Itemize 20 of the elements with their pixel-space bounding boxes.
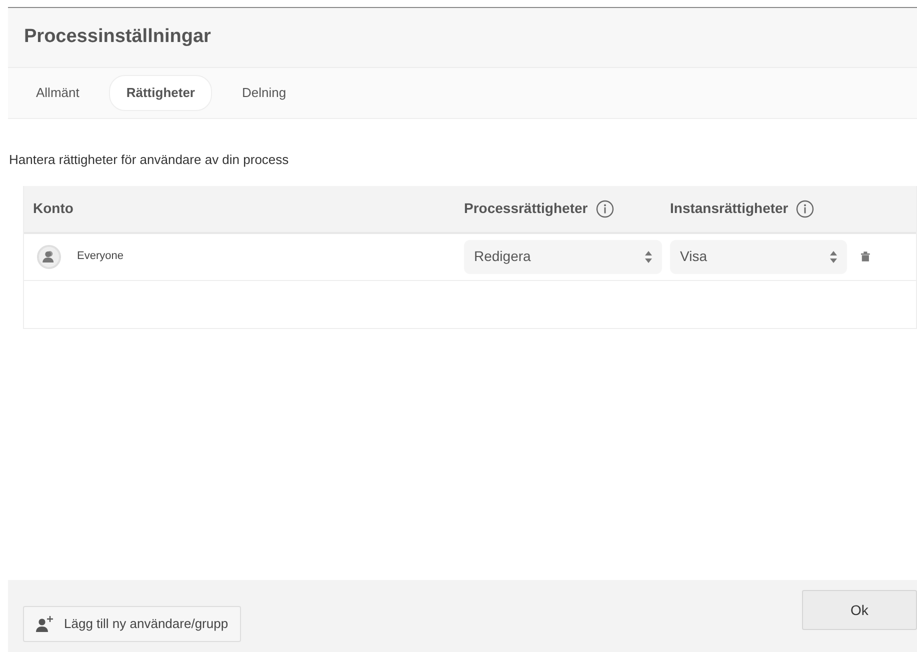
info-icon[interactable] xyxy=(596,200,614,218)
tab[interactable]: Allmänt xyxy=(20,76,96,110)
add-user-icon xyxy=(36,616,54,632)
info-icon[interactable] xyxy=(796,200,814,218)
group-avatar-icon xyxy=(37,244,61,268)
tab[interactable]: Rättigheter xyxy=(109,75,212,111)
add-user-button[interactable]: Lägg till ny användare/grupp xyxy=(23,606,242,642)
instance-rights-select[interactable]: Visa xyxy=(670,240,848,274)
select-arrows-icon xyxy=(645,250,652,262)
column-header: Instansrättigheter xyxy=(670,199,788,218)
column-header: Konto xyxy=(33,200,74,216)
trash-icon[interactable] xyxy=(861,251,870,262)
select-arrows-icon xyxy=(830,250,838,262)
column-header: Processrättigheter xyxy=(464,199,588,218)
description-text: Hantera rättigheter för användare av din process xyxy=(9,151,290,169)
tab[interactable]: Delning xyxy=(226,76,302,110)
ok-button[interactable]: Ok xyxy=(802,590,917,630)
dialog-title: Processinställningar xyxy=(24,26,211,49)
process-rights-select[interactable]: Redigera xyxy=(464,240,662,274)
account-name: Everyone xyxy=(77,249,124,264)
